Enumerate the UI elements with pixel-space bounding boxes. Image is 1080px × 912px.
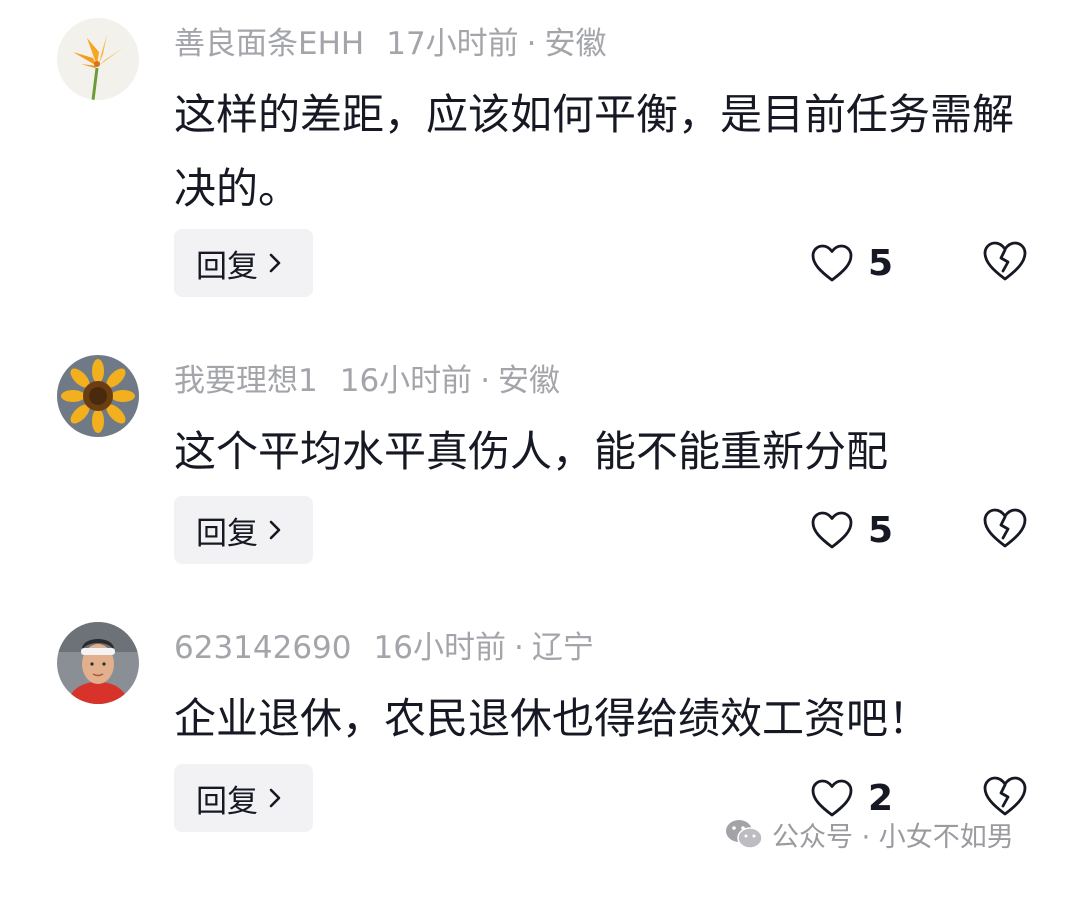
separator: · (526, 26, 537, 62)
reply-button[interactable]: 回复 (174, 764, 313, 832)
comment-item: 善良面条EHH 17小时前 · 安徽 这样的差距，应该如何平衡，是目前任务需解决的。 … (0, 18, 1080, 308)
dislike-button[interactable] (982, 507, 1028, 551)
like-button[interactable]: 5 (810, 238, 910, 288)
avatar[interactable] (57, 355, 139, 437)
broken-heart-icon (983, 241, 1027, 281)
timestamp: 17小时前 (386, 26, 519, 62)
location: 安徽 (498, 363, 561, 399)
comment-text: 这样的差距，应该如何平衡，是目前任务需解决的。 (174, 90, 1015, 213)
comment-meta: 623142690 16小时前 · 辽宁 (174, 626, 594, 670)
reply-label: 回复 (196, 783, 258, 820)
chevron-right-icon (269, 520, 281, 540)
username[interactable]: 善良面条EHH (174, 26, 364, 62)
comment-meta: 善良面条EHH 17小时前 · 安徽 (174, 22, 607, 66)
chevron-right-icon (269, 788, 281, 808)
lily-avatar-image (57, 18, 139, 100)
dislike-button[interactable] (982, 240, 1028, 284)
avatar[interactable] (57, 18, 139, 100)
chevron-right-icon (269, 253, 281, 273)
watermark-text: 公众号 · 小女不如男 (772, 821, 1014, 853)
comment-text: 这个平均水平真伤人，能不能重新分配 (174, 427, 889, 476)
reply-label: 回复 (196, 248, 258, 285)
username[interactable]: 我要理想1 (174, 363, 318, 399)
location: 辽宁 (531, 630, 594, 666)
like-count: 5 (868, 242, 894, 284)
reply-button[interactable]: 回复 (174, 229, 313, 297)
username[interactable]: 623142690 (174, 630, 352, 666)
broken-heart-icon (983, 776, 1027, 816)
separator: · (513, 630, 524, 666)
comment-item: 623142690 16小时前 · 辽宁 企业退休，农民退休也得给绩效工资吧！ 回复 … (0, 622, 1080, 912)
wechat-icon (726, 820, 763, 849)
sunflower-avatar-image (57, 355, 139, 437)
watermark: 公众号 · 小女不如男 (724, 812, 1014, 856)
heart-icon (811, 511, 853, 549)
timestamp: 16小时前 (373, 630, 506, 666)
man-avatar-image (57, 622, 139, 704)
reply-label: 回复 (196, 515, 258, 552)
reply-button[interactable]: 回复 (174, 496, 313, 564)
comment-meta: 我要理想1 16小时前 · 安徽 (174, 359, 560, 403)
comment-item: 我要理想1 16小时前 · 安徽 这个平均水平真伤人，能不能重新分配 回复 5 (0, 355, 1080, 645)
comment-text: 企业退休，农民退休也得给绩效工资吧！ (174, 694, 931, 743)
avatar[interactable] (57, 622, 139, 704)
like-count: 5 (868, 509, 894, 551)
timestamp: 16小时前 (339, 363, 473, 399)
broken-heart-icon (983, 508, 1027, 548)
heart-icon (811, 244, 853, 282)
location: 安徽 (544, 26, 607, 62)
separator: · (480, 363, 491, 399)
like-button[interactable]: 5 (810, 505, 910, 555)
